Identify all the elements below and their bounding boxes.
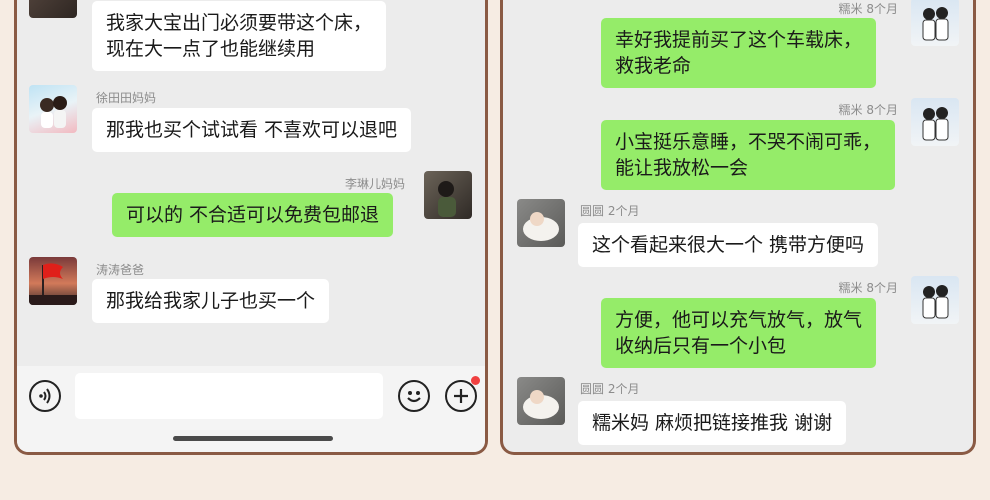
message-line: 收纳后只有一个小包 xyxy=(615,335,787,357)
sender-name: 糯米 8个月 xyxy=(838,281,898,295)
emoji-icon[interactable] xyxy=(398,380,430,412)
home-indicator xyxy=(173,436,333,441)
message-line: 小宝挺乐意睡，不哭不闹可乖， xyxy=(615,131,882,153)
message-bubble: 幸好我提前买了这个车载床， 救我老命 xyxy=(601,18,877,88)
voice-icon[interactable] xyxy=(29,380,61,412)
avatar[interactable] xyxy=(29,85,77,133)
input-bar xyxy=(17,366,485,452)
sender-name: 涛涛爸爸 xyxy=(96,263,145,277)
message-bubble: 糯米妈 麻烦把链接推我 谢谢 xyxy=(578,401,847,445)
profile-photo xyxy=(438,181,456,217)
message-line: 能让我放松一会 xyxy=(615,157,749,179)
baby-photo xyxy=(523,212,559,241)
couple-sketch xyxy=(922,7,949,41)
message-bubble: 那我给我家儿子也买一个 xyxy=(92,279,330,323)
message-line: 幸好我提前买了这个车载床， xyxy=(615,29,863,51)
notification-dot xyxy=(471,376,480,385)
flag-photo xyxy=(29,263,77,305)
message-bubble: 这个看起来很大一个 携带方便吗 xyxy=(578,223,879,267)
message-bubble: 小宝挺乐意睡，不哭不闹可乖， 能让我放松一会 xyxy=(601,120,896,190)
couple-sketch xyxy=(922,285,949,319)
message-bubble: 我家大宝出门必须要带这个床， 现在大一点了也能继续用 xyxy=(92,1,387,71)
avatar[interactable] xyxy=(517,377,565,425)
avatar[interactable] xyxy=(911,276,959,324)
couple-illustration xyxy=(40,96,67,128)
left-chat-window: 我家大宝出门必须要带这个床， 现在大一点了也能继续用 徐田田妈妈 那我也买个试试… xyxy=(14,0,488,455)
message-bubble: 可以的 不合适可以免费包邮退 xyxy=(112,193,394,237)
sender-name: 糯米 8个月 xyxy=(838,2,898,16)
avatar[interactable] xyxy=(911,0,959,46)
message-line: 我家大宝出门必须要带这个床， xyxy=(106,12,373,34)
avatar[interactable] xyxy=(424,171,472,219)
plus-icon[interactable] xyxy=(445,376,480,412)
message-line: 救我老命 xyxy=(615,55,692,77)
avatar[interactable] xyxy=(29,257,77,305)
message-bubble: 方便，他可以充气放气，放气 收纳后只有一个小包 xyxy=(601,298,877,368)
baby-photo xyxy=(523,390,559,419)
right-chat-window: 糯米 8个月 幸好我提前买了这个车载床， 救我老命 糯米 8个月 小宝挺乐意睡，… xyxy=(500,0,976,455)
avatar[interactable] xyxy=(29,0,77,18)
sender-name: 李琳儿妈妈 xyxy=(344,177,405,191)
sender-name: 圆圆 2个月 xyxy=(580,382,640,396)
message-bubble: 那我也买个试试看 不喜欢可以退吧 xyxy=(92,108,412,152)
message-line: 方便，他可以充气放气，放气 xyxy=(615,309,863,331)
message-line: 现在大一点了也能继续用 xyxy=(106,38,316,60)
sender-name: 圆圆 2个月 xyxy=(580,204,640,218)
message-input[interactable] xyxy=(75,373,383,419)
avatar[interactable] xyxy=(517,199,565,247)
sender-name: 糯米 8个月 xyxy=(838,103,898,117)
couple-sketch xyxy=(922,107,949,141)
avatar[interactable] xyxy=(911,98,959,146)
sender-name: 徐田田妈妈 xyxy=(96,91,157,105)
